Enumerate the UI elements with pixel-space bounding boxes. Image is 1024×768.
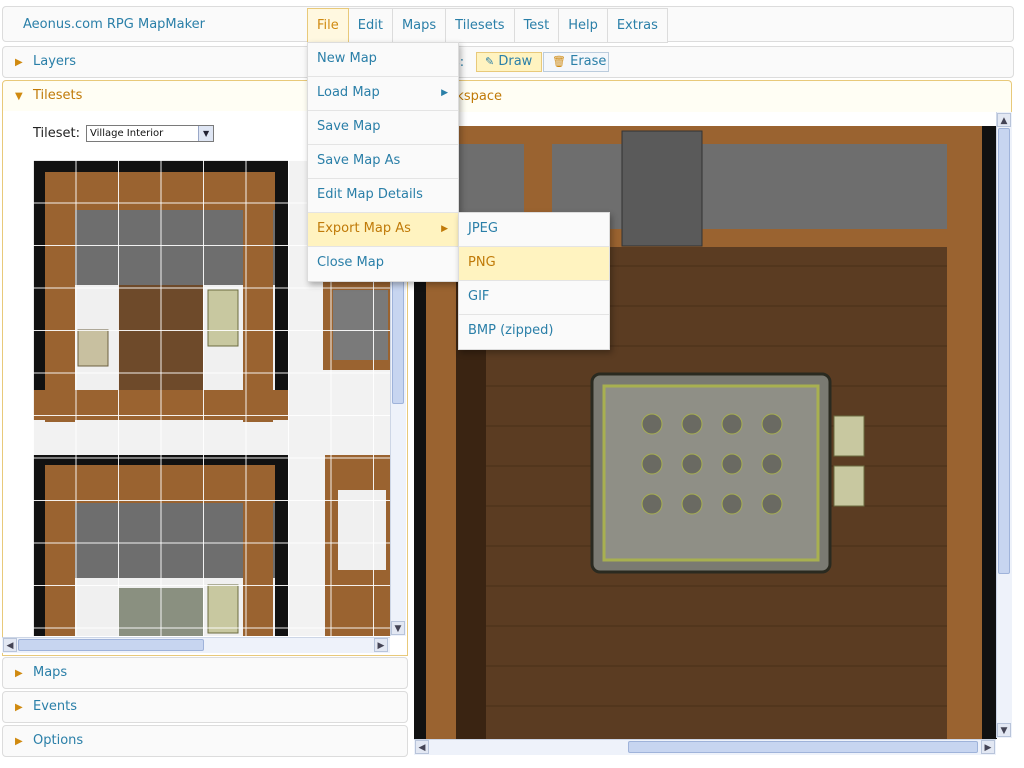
expand-arrow-icon: ▶ [15,736,23,747]
expand-arrow-icon: ▶ [15,668,23,679]
menu-item-label: Save Map [317,119,381,134]
expand-arrow-icon: ▶ [15,57,23,68]
menu-extras[interactable]: Extras [607,8,668,43]
scroll-left-icon[interactable]: ◀ [415,740,429,754]
export-bmp-zipped[interactable]: BMP (zipped) [459,315,609,349]
scroll-right-icon[interactable]: ▶ [374,638,388,652]
menu-item-edit-map-details[interactable]: Edit Map Details [308,179,458,213]
menu-item-close-map[interactable]: Close Map [308,247,458,281]
scroll-left-icon[interactable]: ◀ [3,638,17,652]
tileset-selected-value: Village Interior [90,128,164,139]
menu-item-label: Edit Map Details [317,187,423,202]
tilesets-label: Tilesets [33,88,83,103]
menu-help[interactable]: Help [559,8,608,43]
maps-label: Maps [33,665,68,680]
workspace-vertical-scroll-thumb[interactable] [998,128,1010,574]
export-png[interactable]: PNG [459,247,609,281]
tileset-row: Tileset: Village Interior ▼ [33,125,215,142]
workspace-horizontal-scroll-thumb[interactable] [628,741,978,753]
menu-item-label: Save Map As [317,153,401,168]
layers-label: Layers [33,54,77,69]
menu-item-label: New Map [317,51,377,66]
workspace-header: orkspace [412,80,1012,112]
draw-label: Draw [498,54,533,69]
submenu-arrow-icon: ▶ [441,224,448,234]
maps-header[interactable]: ▶ Maps [2,657,408,689]
menu-item-save-map-as[interactable]: Save Map As [308,145,458,179]
menu-item-save-map[interactable]: Save Map [308,111,458,145]
file-menu: New Map Load Map ▶ Save Map Save Map As … [307,42,459,282]
scroll-down-icon[interactable]: ▼ [391,621,405,635]
tileset-horizontal-scroll-thumb[interactable] [18,639,204,651]
menu-item-export-map-as[interactable]: Export Map As ▶ [308,213,458,247]
export-gif[interactable]: GIF [459,281,609,315]
options-label: Options [33,733,84,748]
events-label: Events [33,699,78,714]
erase-label: Erase [570,54,607,69]
pencil-icon: ✎ [485,55,495,68]
menu-item-load-map[interactable]: Load Map ▶ [308,77,458,111]
events-header[interactable]: ▶ Events [2,691,408,723]
collapse-arrow-icon: ▼ [15,91,23,102]
draw-button[interactable]: ✎ Draw [476,52,542,72]
expand-arrow-icon: ▶ [15,702,23,713]
menu-item-label: Load Map [317,85,380,100]
select-arrow-icon: ▼ [198,126,214,141]
menu-tilesets[interactable]: Tilesets [446,8,515,43]
app-title: Aeonus.com RPG MapMaker [23,17,205,32]
menu-item-label: Export Map As [317,221,411,236]
menu-test[interactable]: Test [514,8,560,43]
menubar: File Edit Maps Tilesets Test Help Extras [307,8,668,43]
options-header[interactable]: ▶ Options [2,725,408,757]
scroll-down-icon[interactable]: ▼ [997,723,1011,737]
submenu-arrow-icon: ▶ [441,88,448,98]
tileset-label: Tileset: [33,126,81,141]
menu-file[interactable]: File [307,8,349,43]
tileset-select[interactable]: Village Interior ▼ [86,125,215,142]
menu-item-label: Close Map [317,255,384,270]
erase-button[interactable]: 🗑 Erase [543,52,609,72]
export-jpeg[interactable]: JPEG [459,213,609,247]
menu-edit[interactable]: Edit [348,8,393,43]
menu-maps[interactable]: Maps [392,8,447,43]
scroll-right-icon[interactable]: ▶ [981,740,995,754]
menu-item-new-map[interactable]: New Map [308,43,458,77]
export-submenu: JPEG PNG GIF BMP (zipped) [458,212,610,350]
trash-icon: 🗑 [552,55,566,68]
scroll-up-icon[interactable]: ▲ [997,113,1011,127]
